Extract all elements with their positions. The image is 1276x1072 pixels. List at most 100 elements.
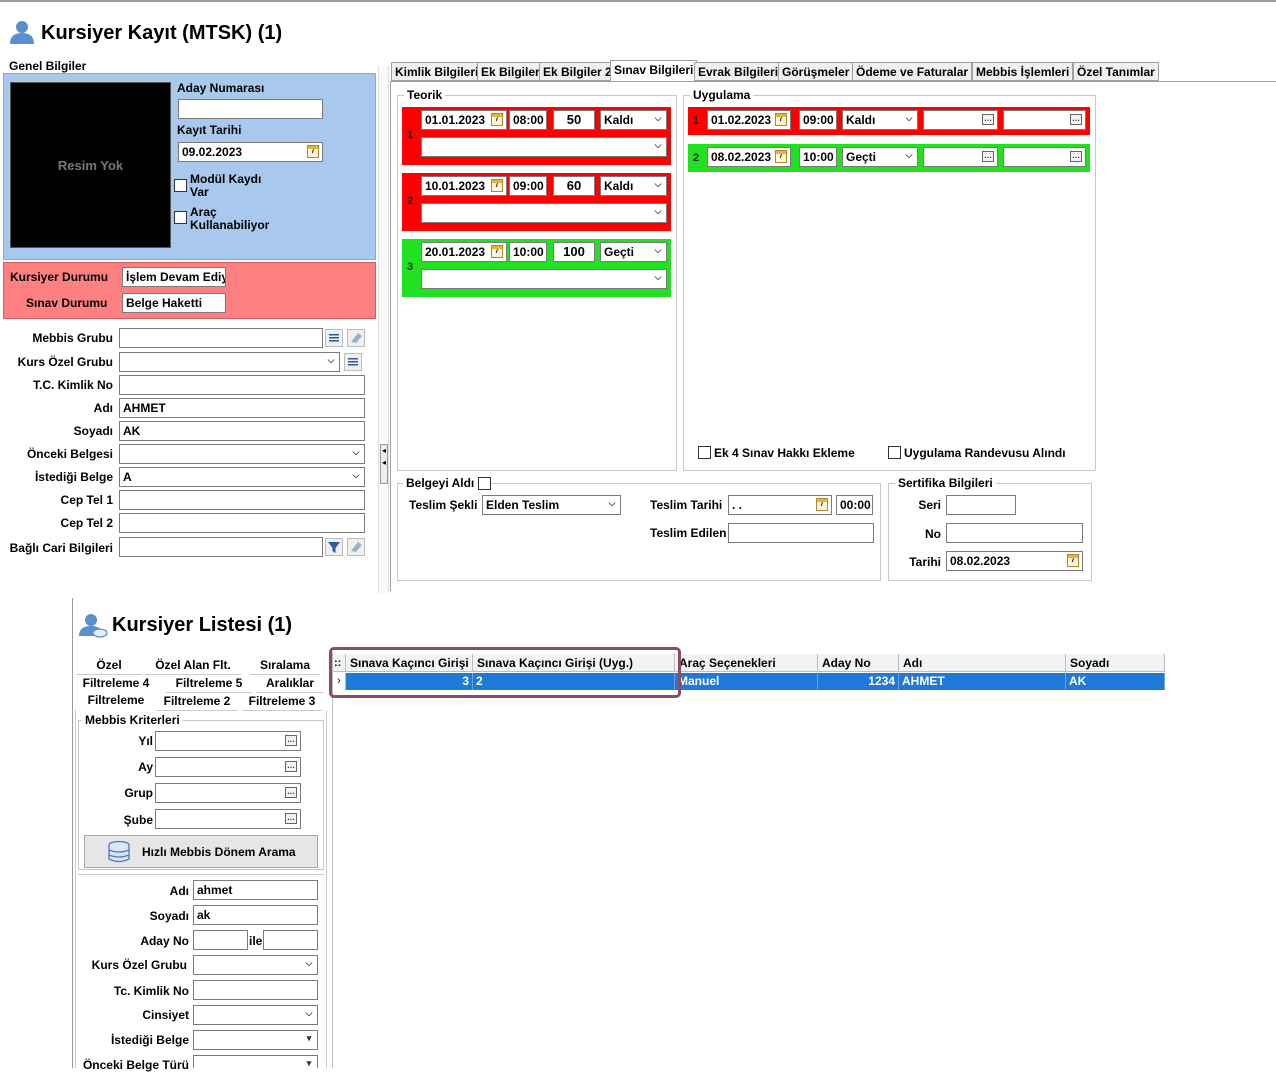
exam-time[interactable]: 09:00: [509, 176, 547, 196]
exam-result-select[interactable]: Kaldı ⌵: [600, 110, 667, 130]
tab-mebbis-islemleri[interactable]: Mebbis İşlemleri: [972, 62, 1074, 81]
teslim-sekli-select[interactable]: Elden Teslim ⌵: [482, 495, 621, 515]
ellipsis-icon[interactable]: …: [285, 813, 297, 824]
tab-filtreleme[interactable]: Filtreleme: [76, 692, 156, 710]
calendar-icon[interactable]: 7: [1067, 554, 1079, 567]
exam-score[interactable]: 100: [553, 242, 595, 262]
seri-input[interactable]: [946, 495, 1016, 515]
hizli-mebbis-arama-button[interactable]: Hızlı Mebbis Dönem Arama: [84, 835, 318, 868]
grid-cell-soyadi[interactable]: AK: [1066, 673, 1165, 690]
instructor-lookup[interactable]: …: [923, 110, 998, 130]
arac-kullanabiliyor-checkbox[interactable]: [174, 211, 187, 224]
ellipsis-icon[interactable]: …: [285, 787, 297, 798]
instructor-lookup[interactable]: …: [923, 147, 998, 167]
tab-filtreleme-2[interactable]: Filtreleme 2: [156, 693, 238, 711]
exam-note-select[interactable]: ⌵: [421, 137, 667, 157]
filter-onceki-select[interactable]: ▾: [193, 1055, 318, 1068]
sertifika-tarih-input[interactable]: 08.02.2023 7: [946, 551, 1083, 571]
onceki-belgesi-select[interactable]: ⌵: [119, 444, 365, 464]
photo-box[interactable]: Resim Yok: [10, 82, 171, 248]
filter-adi-input[interactable]: ahmet: [193, 880, 318, 900]
splitter-arrow-icon[interactable]: ◂ ◂: [380, 444, 388, 484]
cep-tel-1-input[interactable]: [119, 490, 365, 510]
mebbis-grubu-input[interactable]: [119, 328, 323, 348]
grid-header-arac-secenekleri[interactable]: Araç Seçenekleri: [675, 654, 818, 672]
grid-cell-adi[interactable]: AHMET: [899, 673, 1066, 690]
exam-time[interactable]: 10:00: [509, 242, 547, 262]
tab-ozel-tanimlar[interactable]: Özel Tanımlar: [1073, 62, 1159, 81]
tab-ek-bilgiler-2[interactable]: Ek Bilgiler 2: [539, 62, 616, 81]
kayit-tarihi-input[interactable]: 09.02.2023 7: [178, 142, 323, 162]
exam-time[interactable]: 09:00: [799, 110, 837, 130]
exam-date[interactable]: 08.02.2023 7: [707, 147, 791, 167]
randevu-checkbox[interactable]: [888, 446, 901, 459]
filter-soyadi-input[interactable]: ak: [193, 905, 318, 925]
exam-note-select[interactable]: ⌵: [421, 269, 667, 289]
exam-result-select[interactable]: Kaldı ⌵: [600, 176, 667, 196]
tc-kimlik-input[interactable]: [119, 375, 365, 395]
tab-ozel-alan-flt[interactable]: Özel Alan Flt.: [145, 657, 241, 675]
ay-input[interactable]: …: [155, 757, 301, 777]
calendar-icon[interactable]: 7: [491, 113, 503, 126]
grup-input[interactable]: …: [155, 783, 301, 803]
exam-result-select[interactable]: Geçti ⌵: [600, 242, 667, 262]
aday-numarasi-input[interactable]: [178, 99, 323, 119]
filter-kurs-ozel-select[interactable]: ⌵: [193, 955, 318, 975]
exam-date[interactable]: 10.01.2023 7: [421, 176, 507, 196]
exam-result-select[interactable]: Geçti ⌵: [842, 147, 918, 167]
ellipsis-icon[interactable]: …: [1070, 151, 1082, 162]
calendar-icon[interactable]: 7: [491, 179, 503, 192]
vehicle-lookup[interactable]: …: [1003, 147, 1086, 167]
cep-tel-2-input[interactable]: [119, 513, 365, 533]
filter-cinsiyet-select[interactable]: ⌵: [193, 1005, 318, 1025]
belgeyi-aldi-checkbox[interactable]: [478, 477, 491, 490]
tab-evrak-bilgileri[interactable]: Evrak Bilgileri: [694, 62, 783, 81]
filter-icon[interactable]: [325, 538, 343, 556]
calendar-icon[interactable]: 7: [775, 150, 787, 163]
grid-header-soyadi[interactable]: Soyadı: [1066, 654, 1165, 672]
tab-kimlik-bilgileri[interactable]: Kimlik Bilgileri: [391, 62, 483, 81]
filter-aday-no-from[interactable]: [193, 930, 248, 950]
tab-siralama[interactable]: Sıralama: [250, 657, 320, 675]
exam-score[interactable]: 60: [553, 176, 595, 196]
tab-filtreleme-3[interactable]: Filtreleme 3: [242, 693, 322, 711]
tab-ozel[interactable]: Özel: [76, 657, 142, 675]
tab-gorusmeler[interactable]: Görüşmeler: [778, 62, 854, 81]
ellipsis-icon[interactable]: …: [982, 151, 994, 162]
teslim-saat-input[interactable]: 00:00: [836, 495, 873, 515]
calendar-icon[interactable]: 7: [491, 245, 503, 258]
exam-result-select[interactable]: Kaldı ⌵: [842, 110, 918, 130]
ellipsis-icon[interactable]: …: [1070, 114, 1082, 125]
adi-input[interactable]: AHMET: [119, 398, 365, 418]
grid-header-adi[interactable]: Adı: [899, 654, 1066, 672]
yil-input[interactable]: …: [155, 731, 301, 751]
list-icon[interactable]: [325, 329, 343, 347]
sube-input[interactable]: …: [155, 809, 301, 829]
ellipsis-icon[interactable]: …: [982, 114, 994, 125]
splitter[interactable]: [378, 66, 389, 593]
exam-time[interactable]: 10:00: [799, 147, 837, 167]
tab-odeme-faturalar[interactable]: Ödeme ve Faturalar: [852, 62, 973, 81]
exam-date[interactable]: 01.02.2023 7: [707, 110, 791, 130]
sertifika-no-input[interactable]: [946, 523, 1083, 543]
grid-header-aday-no[interactable]: Aday No: [818, 654, 899, 672]
calendar-icon[interactable]: 7: [775, 113, 787, 126]
exam-note-select[interactable]: ⌵: [421, 203, 667, 223]
modul-kaydi-checkbox[interactable]: [174, 179, 187, 192]
exam-time[interactable]: 08:00: [509, 110, 547, 130]
grid-cell-aday-no[interactable]: 1234: [818, 673, 899, 690]
kurs-ozel-grubu-select[interactable]: ⌵: [119, 352, 340, 372]
exam-date[interactable]: 20.01.2023 7: [421, 242, 507, 262]
tab-ek-bilgiler[interactable]: Ek Bilgiler: [477, 62, 544, 81]
teslim-edilen-input[interactable]: [728, 523, 874, 543]
filter-istedigi-select[interactable]: ▾: [193, 1030, 318, 1050]
bagli-cari-input[interactable]: [119, 537, 323, 557]
soyadi-input[interactable]: AK: [119, 421, 365, 441]
istedigi-belge-select[interactable]: A ⌵: [119, 467, 365, 487]
teslim-tarihi-input[interactable]: . . 7: [728, 495, 832, 515]
calendar-icon[interactable]: 7: [816, 498, 828, 511]
tab-sinav-bilgileri[interactable]: Sınav Bilgileri: [610, 60, 698, 82]
tab-araliklar[interactable]: Aralıklar: [256, 675, 324, 693]
ellipsis-icon[interactable]: …: [285, 735, 297, 746]
eraser-icon[interactable]: [347, 538, 365, 556]
